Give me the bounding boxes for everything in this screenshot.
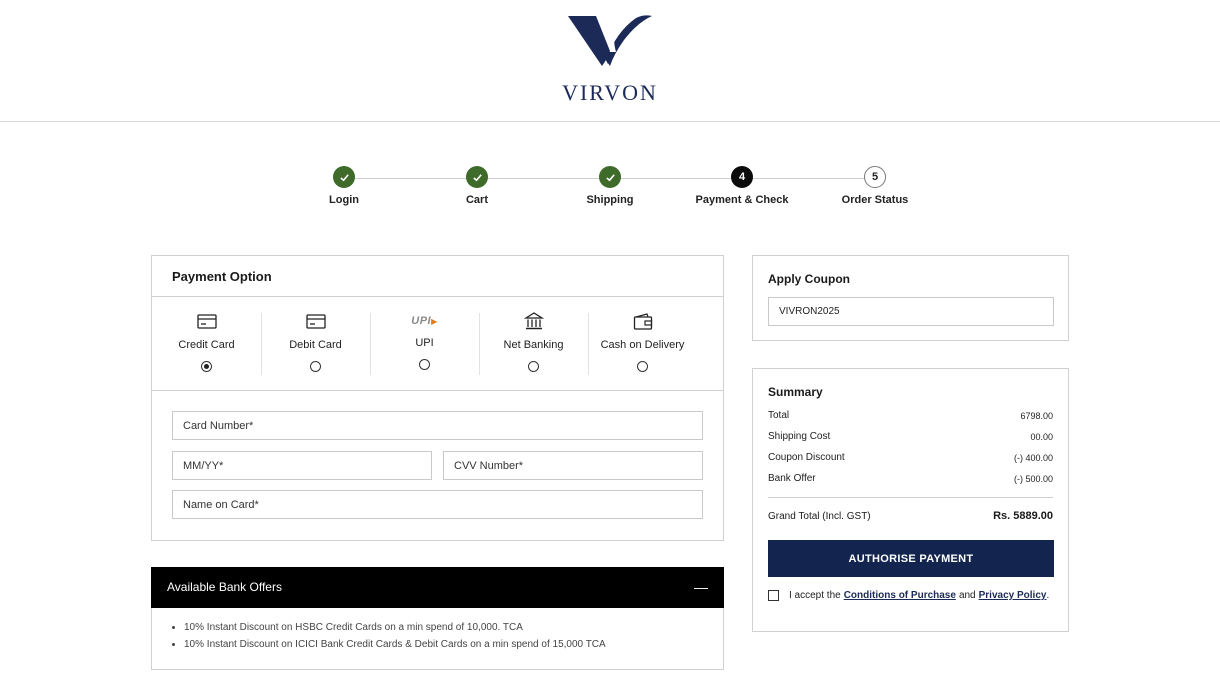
method-label: UPI <box>415 337 434 349</box>
bank-offers-list: 10% Instant Discount on HSBC Credit Card… <box>151 608 724 670</box>
collapse-icon[interactable]: — <box>694 579 708 595</box>
summary-divider <box>768 497 1053 498</box>
checkout-stepper: Login Cart Shipping 4 Payment & Check 5 … <box>300 166 940 216</box>
summary-row-total: Total 6798.00 <box>768 405 1053 426</box>
step-number: 4 <box>731 166 753 188</box>
apply-coupon-panel: Apply Coupon <box>752 255 1069 341</box>
summary-label: Coupon Discount <box>768 452 845 463</box>
payment-option-panel: Payment Option Credit Card Debit Card UP… <box>151 255 724 541</box>
step-label: Payment & Check <box>695 194 789 206</box>
method-upi[interactable]: UPI▶ UPI <box>370 311 479 390</box>
method-debit-card[interactable]: Debit Card <box>261 311 370 390</box>
virvon-logo-icon[interactable] <box>566 12 654 70</box>
terms-joiner: and <box>958 590 976 601</box>
radio-upi[interactable] <box>419 359 430 370</box>
radio-debit-card[interactable] <box>310 361 321 372</box>
expiry-input[interactable] <box>172 451 432 480</box>
summary-title: Summary <box>768 385 823 399</box>
method-label: Net Banking <box>503 339 564 351</box>
summary-row-shipping: Shipping Cost 00.00 <box>768 426 1053 447</box>
summary-label: Shipping Cost <box>768 431 831 442</box>
step-login[interactable]: Login <box>279 166 409 206</box>
wallet-icon <box>588 311 697 331</box>
upi-logo-text: UPI <box>411 315 432 327</box>
method-credit-card[interactable]: Credit Card <box>152 311 261 390</box>
radio-net-banking[interactable] <box>528 361 539 372</box>
cvv-input[interactable] <box>443 451 703 480</box>
method-label: Debit Card <box>289 339 342 351</box>
grand-total-value: Rs. 5889.00 <box>993 510 1053 522</box>
payment-methods: Credit Card Debit Card UPI▶ UPI Net Bank… <box>152 297 723 391</box>
terms-suffix: . <box>1046 590 1050 601</box>
check-icon <box>333 166 355 188</box>
brand-name: VIRVON <box>562 80 658 105</box>
bank-icon <box>479 311 588 331</box>
method-net-banking[interactable]: Net Banking <box>479 311 588 390</box>
step-label: Order Status <box>841 194 909 206</box>
terms-acceptance: I accept the Conditions of Purchase and … <box>768 590 1049 601</box>
bank-offers-toggle[interactable]: Available Bank Offers — <box>151 567 724 608</box>
card-number-input[interactable] <box>172 411 703 440</box>
step-cart[interactable]: Cart <box>412 166 542 206</box>
summary-label: Total <box>768 410 790 421</box>
summary-value: 00.00 <box>1030 431 1053 442</box>
credit-card-icon <box>152 311 261 331</box>
step-label: Login <box>329 194 359 206</box>
site-header: VIRVON <box>0 0 1220 122</box>
step-number: 5 <box>864 166 886 188</box>
summary-value: 6798.00 <box>1020 410 1053 421</box>
step-label: Shipping <box>586 194 634 206</box>
radio-cash-on-delivery[interactable] <box>637 361 648 372</box>
name-on-card-input[interactable] <box>172 490 703 519</box>
step-shipping[interactable]: Shipping <box>545 166 675 206</box>
summary-row-bank-offer: Bank Offer (-) 500.00 <box>768 468 1053 489</box>
bank-offers-title: Available Bank Offers <box>167 580 282 594</box>
conditions-of-purchase-link[interactable]: Conditions of Purchase <box>844 590 956 601</box>
check-icon <box>599 166 621 188</box>
grand-total-row: Grand Total (Incl. GST) Rs. 5889.00 <box>768 506 1053 526</box>
step-payment[interactable]: 4 Payment & Check <box>677 166 807 206</box>
upi-logo-icon: UPI▶ <box>411 315 438 327</box>
summary-value: (-) 500.00 <box>1013 473 1053 484</box>
terms-prefix: I accept the <box>789 590 841 601</box>
method-label: Credit Card <box>178 339 235 351</box>
authorise-payment-button[interactable]: AUTHORISE PAYMENT <box>768 540 1054 577</box>
debit-card-icon <box>261 311 370 331</box>
step-label: Cart <box>465 194 488 206</box>
check-icon <box>466 166 488 188</box>
summary-row-coupon: Coupon Discount (-) 400.00 <box>768 447 1053 468</box>
method-label: Cash on Delivery <box>600 339 685 351</box>
list-item: 10% Instant Discount on HSBC Credit Card… <box>184 622 701 633</box>
step-order-status[interactable]: 5 Order Status <box>810 166 940 206</box>
order-summary-panel: Summary Total 6798.00 Shipping Cost 00.0… <box>752 368 1069 632</box>
coupon-input[interactable] <box>768 297 1054 326</box>
summary-value: (-) 400.00 <box>1013 452 1053 463</box>
list-item: 10% Instant Discount on ICICI Bank Credi… <box>184 639 701 650</box>
accept-terms-checkbox[interactable] <box>768 590 779 601</box>
payment-option-title: Payment Option <box>152 256 723 297</box>
summary-label: Bank Offer <box>768 473 816 484</box>
privacy-policy-link[interactable]: Privacy Policy <box>979 590 1047 601</box>
grand-total-label: Grand Total (Incl. GST) <box>768 510 871 522</box>
method-cash-on-delivery[interactable]: Cash on Delivery <box>588 311 697 390</box>
radio-credit-card[interactable] <box>201 361 212 372</box>
apply-coupon-title: Apply Coupon <box>768 272 850 286</box>
